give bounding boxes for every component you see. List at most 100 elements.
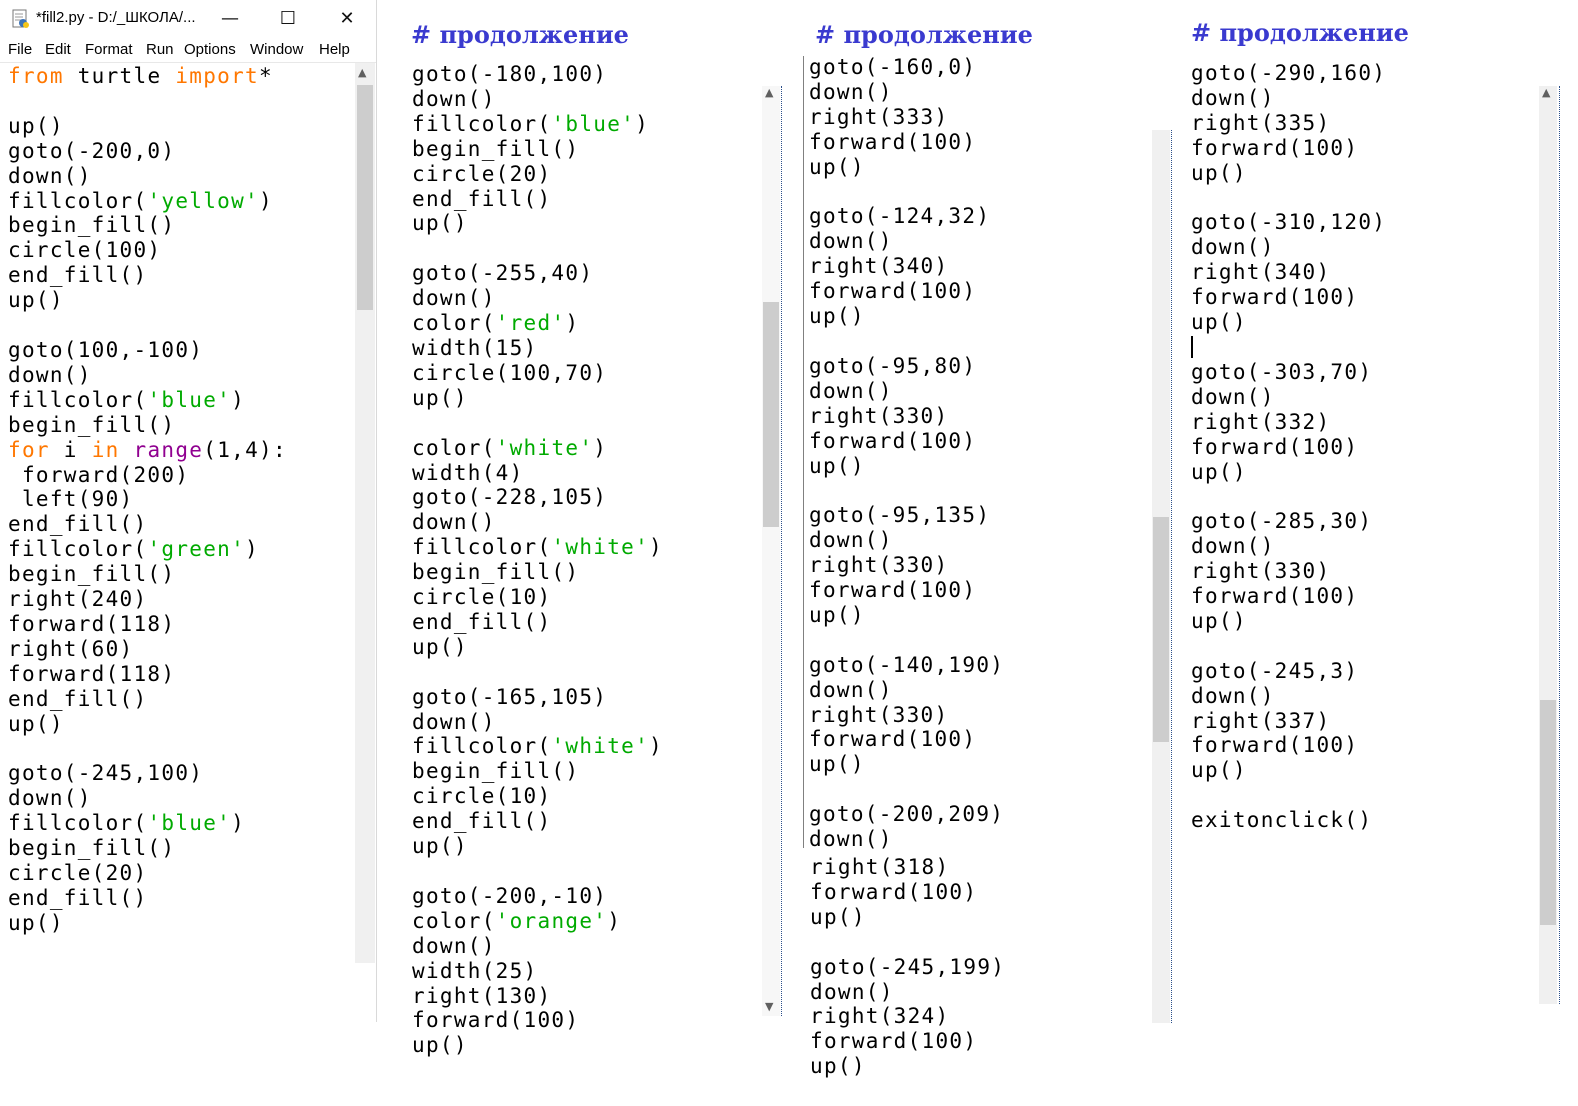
maximize-button[interactable]: ☐ — [259, 0, 317, 37]
scrollbar-thumb[interactable] — [1153, 517, 1169, 742]
code-token: width(15) — [412, 335, 538, 360]
code-line: right(60) — [8, 637, 287, 662]
code-token: forward(118) — [8, 611, 176, 636]
code-line: fillcolor('blue') — [8, 388, 287, 413]
code-line: forward(200) — [8, 463, 287, 488]
code-line: right(130) — [412, 984, 663, 1009]
code-token: down() — [809, 528, 893, 553]
code-token: down() — [8, 786, 92, 811]
code-line: up() — [412, 1033, 663, 1058]
scroll-up-arrow-icon[interactable]: ▲ — [358, 66, 366, 79]
code-line: begin_fill() — [8, 836, 287, 861]
code-token: right(337) — [1191, 708, 1331, 733]
code-token: forward(100) — [1191, 733, 1359, 758]
code-line: forward(118) — [8, 612, 287, 637]
code-token: (1,4): — [203, 437, 287, 462]
code-token: forward(100) — [1191, 135, 1359, 160]
code-token: from — [8, 64, 64, 88]
editor-scrollbar[interactable]: ▲ — [355, 63, 375, 963]
code-line: color('orange') — [412, 909, 663, 934]
code-token: right(130) — [412, 983, 552, 1008]
code-line: goto(-200,-10) — [412, 884, 663, 909]
code-token: circle(100) — [8, 238, 162, 263]
code-token: end_fill() — [412, 186, 552, 211]
code-token: forward(100) — [809, 578, 977, 603]
scrollbar-3[interactable]: ▲ — [1539, 86, 1557, 1004]
code-token: goto(-180,100) — [412, 62, 608, 86]
code-continuation-2b: right(318) forward(100) up() goto(-245,199… — [810, 855, 1005, 1079]
code-token: down() — [412, 510, 496, 535]
scrollbar-thumb[interactable] — [763, 302, 779, 527]
code-line: begin_fill() — [8, 213, 287, 238]
code-line: circle(100,70) — [412, 361, 663, 386]
scrollbar-thumb[interactable] — [1540, 700, 1556, 925]
close-button[interactable]: ✕ — [318, 0, 376, 37]
code-line: up() — [809, 603, 1004, 628]
menu-help[interactable]: Help — [319, 41, 350, 58]
minimize-button[interactable]: — — [201, 0, 259, 37]
code-line: width(4) — [412, 461, 663, 486]
code-line: up() — [1191, 758, 1386, 783]
code-line: down() — [809, 229, 1004, 254]
code-token: width(4) — [412, 460, 524, 485]
minimize-icon: — — [221, 8, 239, 29]
scroll-up-arrow-icon[interactable]: ▲ — [765, 86, 773, 99]
code-token: 'blue' — [551, 111, 636, 136]
code-token: import — [175, 64, 259, 88]
menu-format[interactable]: Format — [85, 41, 133, 58]
divider — [1171, 130, 1172, 1023]
code-token: 'orange' — [495, 908, 608, 933]
code-token: right(340) — [809, 254, 949, 279]
code-token: fillcolor( — [8, 387, 148, 412]
menu-run[interactable]: Run — [146, 41, 174, 58]
code-token: goto(-245,100) — [8, 761, 204, 786]
code-line: right(330) — [809, 553, 1004, 578]
code-token: goto(-303,70) — [1191, 359, 1373, 384]
code-token: forward(100) — [1191, 434, 1359, 459]
scroll-up-arrow-icon[interactable]: ▲ — [1542, 86, 1550, 99]
menu-edit[interactable]: Edit — [45, 41, 71, 58]
code-token: begin_fill() — [8, 836, 176, 861]
code-token: down() — [1191, 384, 1275, 409]
menu-file[interactable]: File — [8, 41, 32, 58]
code-token: up() — [809, 752, 865, 777]
code-editor[interactable]: from turtle import* up() goto(-200,0) down… — [8, 64, 287, 936]
code-line: fillcolor('yellow') — [8, 189, 287, 214]
code-token: circle(100,70) — [412, 360, 608, 385]
title-bar[interactable]: *fill2.py - D:/_ШКОЛА/... — ☐ ✕ — [0, 0, 376, 37]
code-token: end_fill() — [8, 512, 148, 537]
code-line: forward(100) — [810, 880, 1005, 905]
code-token: ) — [565, 311, 580, 336]
scroll-down-arrow-icon[interactable]: ▼ — [765, 1000, 773, 1013]
code-token: forward(100) — [810, 1029, 978, 1054]
code-line: forward(100) — [1191, 285, 1386, 310]
code-line: down() — [810, 980, 1005, 1005]
code-token: ) — [635, 111, 650, 136]
code-line: down() — [809, 528, 1004, 553]
code-token: goto(-310,120) — [1191, 210, 1387, 235]
menu-options[interactable]: Options — [184, 41, 236, 58]
scrollbar-thumb[interactable] — [357, 85, 373, 310]
code-token: down() — [1191, 235, 1275, 260]
code-line: right(324) — [810, 1004, 1005, 1029]
menu-window[interactable]: Window — [250, 41, 303, 58]
code-token: 'green' — [147, 537, 246, 562]
code-token: * — [259, 64, 273, 88]
code-token: up() — [8, 711, 64, 736]
scrollbar-2[interactable] — [1152, 130, 1170, 1023]
code-line: down() — [412, 510, 663, 535]
code-token: up() — [412, 834, 468, 859]
code-line: down() — [809, 678, 1004, 703]
code-line: up() — [810, 1054, 1005, 1079]
code-token: right(240) — [8, 587, 148, 612]
code-line: forward(100) — [809, 578, 1004, 603]
code-line: right(330) — [809, 703, 1004, 728]
code-token: forward(100) — [1191, 285, 1359, 310]
code-line: up() — [809, 454, 1004, 479]
scrollbar-1[interactable]: ▲ ▼ — [762, 86, 780, 1016]
